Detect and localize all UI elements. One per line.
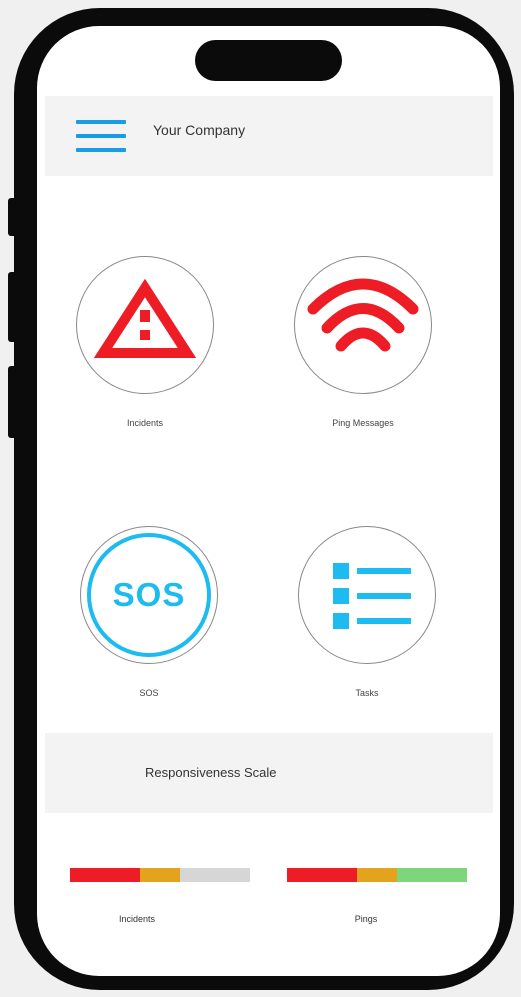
hamburger-menu-icon[interactable] <box>76 120 126 154</box>
ping-messages-label: Ping Messages <box>332 418 394 428</box>
responsiveness-scale-title: Responsiveness Scale <box>145 765 277 780</box>
bar-segment <box>396 868 467 882</box>
app-header: Your Company <box>45 96 493 176</box>
tasks-tile[interactable]: Tasks <box>292 526 442 698</box>
incidents-responsiveness-bar <box>70 868 250 882</box>
sos-label: SOS <box>139 688 159 698</box>
sos-icon-text: SOS <box>112 576 186 613</box>
sos-tile[interactable]: SOS SOS <box>74 526 224 698</box>
sos-icon-circle: SOS <box>80 526 218 664</box>
responsiveness-scale-header: Responsiveness Scale <box>45 733 493 813</box>
bar-segment <box>287 868 358 882</box>
dynamic-island <box>195 40 342 81</box>
bar-segment <box>179 868 250 882</box>
phone-volume-up-button <box>8 272 18 342</box>
wifi-signal-icon <box>307 278 419 352</box>
ping-messages-tile[interactable]: Ping Messages <box>288 256 438 428</box>
sos-icon: SOS <box>87 533 211 657</box>
tasks-icon-circle <box>298 526 436 664</box>
warning-triangle-icon <box>93 278 197 358</box>
incidents-icon-circle <box>76 256 214 394</box>
pings-bar-label: Pings <box>354 914 378 924</box>
company-name: Your Company <box>153 122 246 138</box>
incidents-label: Incidents <box>126 418 164 428</box>
tasks-label: Tasks <box>355 688 379 698</box>
bar-segment <box>70 868 141 882</box>
phone-side-button <box>8 198 18 236</box>
task-list-icon <box>333 563 411 629</box>
incidents-bar-label: Incidents <box>118 914 156 924</box>
phone-volume-down-button <box>8 366 18 438</box>
bar-segment <box>357 868 397 882</box>
bar-segment <box>140 868 180 882</box>
incidents-tile[interactable]: Incidents <box>70 256 220 428</box>
pings-responsiveness-bar <box>287 868 467 882</box>
ping-messages-icon-circle <box>294 256 432 394</box>
